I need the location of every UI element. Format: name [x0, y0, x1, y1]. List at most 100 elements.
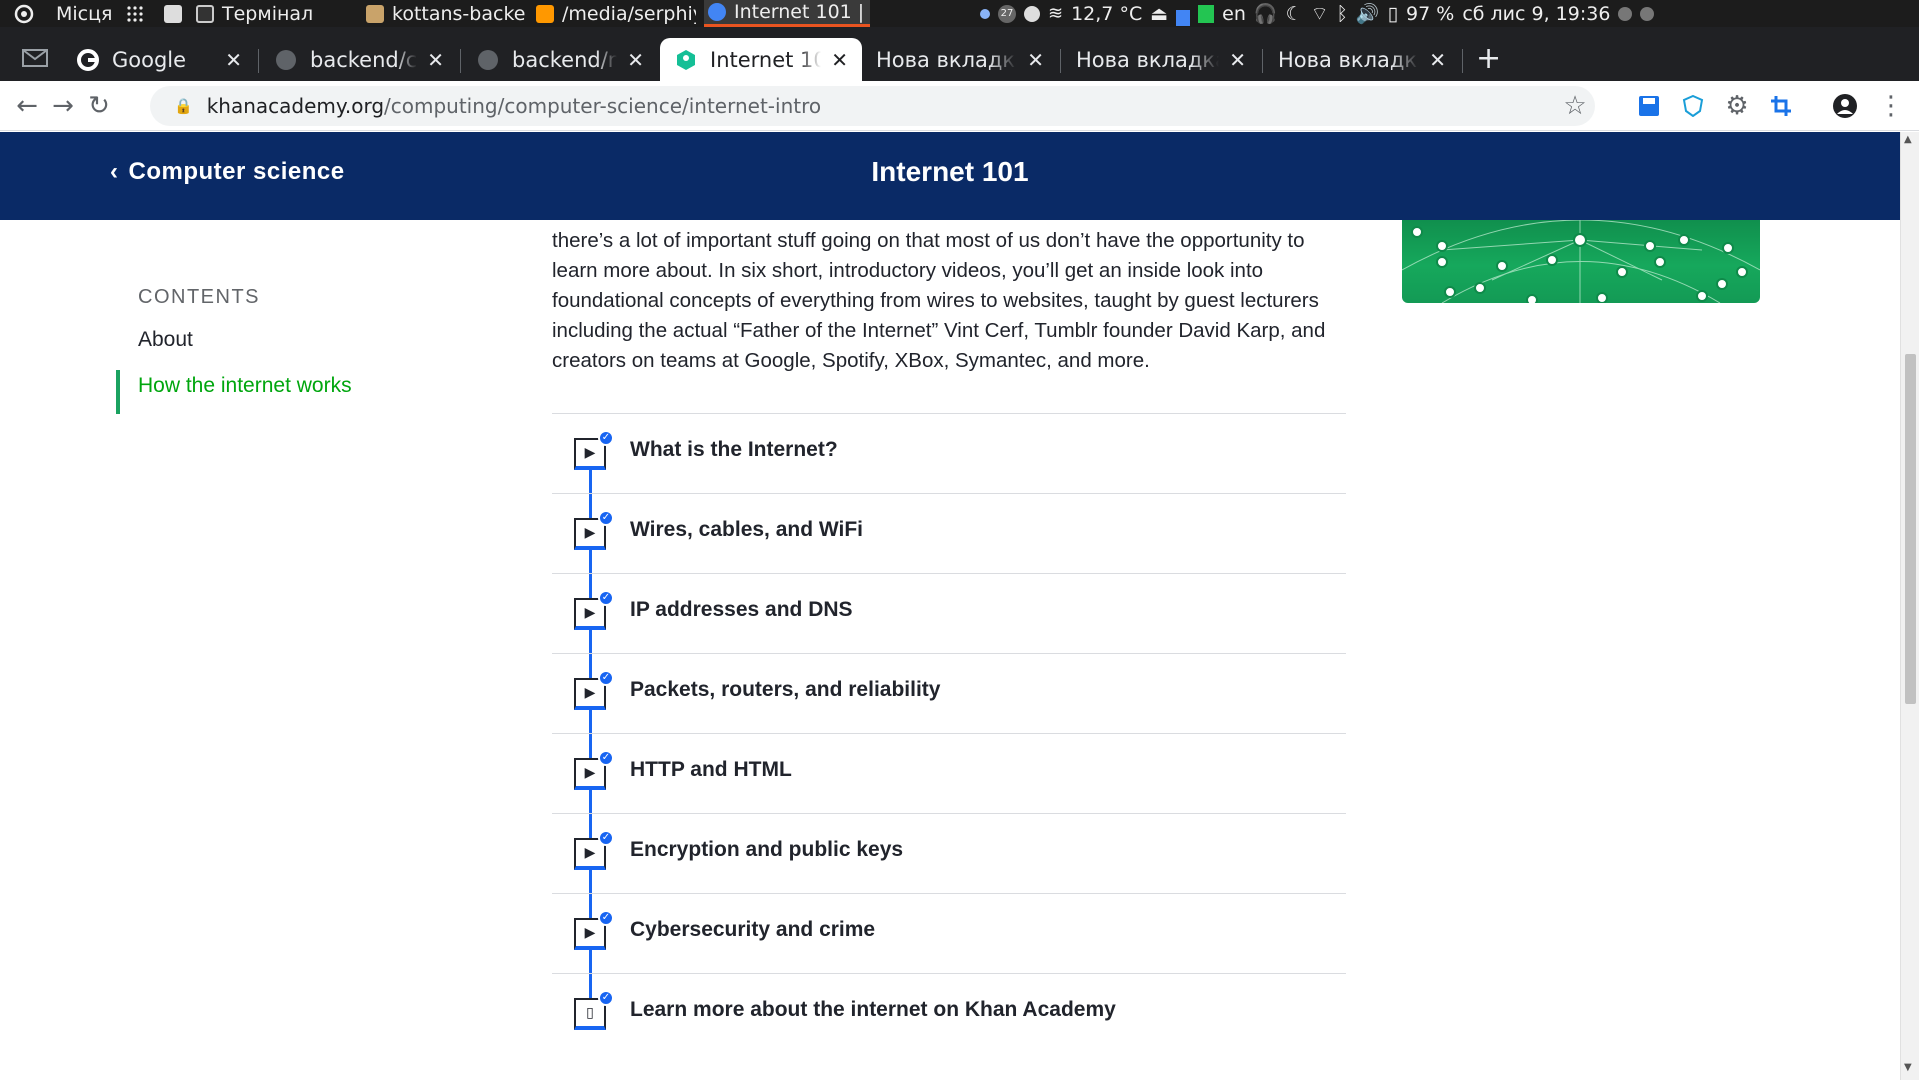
close-tab-icon[interactable]: ✕: [1027, 48, 1044, 72]
lesson-item[interactable]: ▶ ✓ Packets, routers, and reliability: [552, 654, 1346, 734]
new-tab-button[interactable]: +: [1476, 41, 1501, 76]
places-menu[interactable]: Місця: [56, 0, 112, 27]
course-hero-image: [1402, 220, 1760, 303]
lock-icon: 🔒: [174, 97, 193, 115]
lesson-item[interactable]: ▶ ✓ Cybersecurity and crime: [552, 894, 1346, 974]
weather-text: 12,7 °C: [1071, 2, 1143, 25]
page-scrollbar[interactable]: ▲ ▼: [1900, 132, 1919, 1080]
lesson-item[interactable]: ▶ ✓ HTTP and HTML: [552, 734, 1346, 814]
lesson-title[interactable]: IP addresses and DNS: [630, 598, 853, 622]
tab-strip: Google✕ backend/content✕ backend/network…: [0, 27, 1919, 81]
clock[interactable]: сб лис 9, 19:36: [1462, 3, 1610, 25]
cpu-graph-icon: [1176, 9, 1191, 26]
scroll-up-arrow-icon[interactable]: ▲: [1904, 134, 1912, 145]
os-top-panel: Місця Термінал kottans-backend /media/se…: [0, 0, 1919, 27]
completed-check-icon: ✓: [598, 510, 614, 526]
tab-github-network[interactable]: backend/network✕: [462, 38, 658, 81]
reload-icon[interactable]: ↻: [84, 91, 114, 121]
completed-check-icon: ✓: [598, 750, 614, 766]
completed-check-icon: ✓: [598, 910, 614, 926]
lesson-item[interactable]: ▶ ✓ IP addresses and DNS: [552, 574, 1346, 654]
headphones-icon: 🎧: [1253, 3, 1278, 25]
forward-arrow-icon[interactable]: →: [48, 91, 78, 121]
tab-internet-101[interactable]: Internet 101 | Comp✕: [660, 38, 862, 81]
main-content: CONTENTS About How the internet works th…: [0, 220, 1900, 1080]
github-icon: [274, 48, 298, 72]
address-bar[interactable]: 🔒 khanacademy.org/computing/computer-sci…: [150, 86, 1595, 126]
completed-check-icon: ✓: [598, 590, 614, 606]
course-header: ‹ Computer science Internet 101: [0, 132, 1900, 220]
back-arrow-icon[interactable]: ←: [12, 91, 42, 121]
tray-area[interactable]: 27 ≋ 12,7 °C ⏏ en 🎧 ☾ ⌔ ᛒ 🔊 ▯ 97 % сб ли…: [980, 0, 1655, 27]
sublime-icon: [536, 4, 554, 23]
tab-google[interactable]: Google ✕: [62, 38, 256, 81]
url-host: khanacademy.org: [206, 94, 385, 118]
lesson-item[interactable]: ▶ ✓ Encryption and public keys: [552, 814, 1346, 894]
page-title: Internet 101: [871, 156, 1029, 187]
lesson-item[interactable]: ▶ ✓ What is the Internet?: [552, 414, 1346, 494]
completed-check-icon: ✓: [598, 830, 614, 846]
close-tab-icon[interactable]: ✕: [427, 48, 444, 72]
close-tab-icon[interactable]: ✕: [1229, 48, 1246, 72]
lesson-title[interactable]: Encryption and public keys: [630, 838, 903, 862]
profile-icon[interactable]: [1830, 91, 1860, 121]
scroll-down-arrow-icon[interactable]: ▼: [1904, 1062, 1912, 1073]
save-extension-icon[interactable]: [1634, 91, 1664, 121]
scrollbar-thumb[interactable]: [1905, 354, 1916, 704]
toc-active-indicator: [116, 370, 120, 414]
lesson-item[interactable]: ▶ ✓ Wires, cables, and WiFi: [552, 494, 1346, 574]
lesson-list: ▶ ✓ What is the Internet? ▶ ✓ Wires, cab…: [552, 413, 1346, 1054]
text-editor-icon[interactable]: [164, 0, 182, 27]
close-tab-icon[interactable]: ✕: [1429, 48, 1446, 72]
lesson-title[interactable]: What is the Internet?: [630, 438, 838, 462]
tab-new-1[interactable]: Нова вкладка ✕: [862, 38, 1058, 81]
activities-icon[interactable]: [14, 0, 34, 27]
taskbar-app-files[interactable]: kottans-backend: [366, 0, 526, 27]
lesson-title[interactable]: Learn more about the internet on Khan Ac…: [630, 998, 1116, 1022]
settings-menu-icon[interactable]: [1640, 6, 1655, 21]
khan-academy-icon: [674, 48, 698, 72]
toc-item-about[interactable]: About: [138, 328, 193, 352]
tab-github-content[interactable]: backend/content✕: [260, 38, 458, 81]
close-tab-icon[interactable]: ✕: [627, 48, 644, 72]
files-icon: [366, 4, 384, 23]
night-mode-icon: ☾: [1285, 2, 1303, 25]
lesson-item[interactable]: ▯ ✓ Learn more about the internet on Kha…: [552, 974, 1346, 1054]
chrome-icon: [708, 3, 726, 21]
lesson-title[interactable]: HTTP and HTML: [630, 758, 792, 782]
browser-toolbar: ← → ↻ 🔒 khanacademy.org/computing/comput…: [0, 81, 1919, 131]
tab-new-3[interactable]: Нова вкладка ✕: [1264, 38, 1460, 81]
close-tab-icon[interactable]: ✕: [225, 48, 242, 72]
google-icon: [76, 48, 100, 72]
menu-kebab-icon[interactable]: ⋮: [1876, 91, 1906, 121]
gear-extension-icon[interactable]: ⚙: [1722, 91, 1752, 121]
shield-extension-icon[interactable]: [1678, 91, 1708, 121]
language-indicator[interactable]: en: [1222, 3, 1246, 25]
tab-new-2[interactable]: Нова вкладка ✕: [1062, 38, 1260, 81]
memory-graph-icon: [1198, 4, 1215, 23]
badge-count: 27: [998, 4, 1016, 23]
lesson-title[interactable]: Cybersecurity and crime: [630, 918, 875, 942]
lesson-title[interactable]: Wires, cables, and WiFi: [630, 518, 863, 542]
taskbar-app-chrome[interactable]: Internet 101 | Co...: [704, 0, 870, 27]
taskbar-app-terminal[interactable]: Термінал: [196, 0, 346, 27]
bluetooth-icon: ᛒ: [1336, 2, 1348, 25]
lesson-title[interactable]: Packets, routers, and reliability: [630, 678, 940, 702]
app-grid-icon[interactable]: [126, 0, 144, 27]
wifi-icon: ⌔: [1310, 2, 1329, 25]
terminal-icon: [196, 4, 214, 23]
fog-icon: ≋: [1048, 3, 1064, 24]
taskbar-app-sublime[interactable]: /media/serphiy/...: [536, 0, 696, 27]
crop-extension-icon[interactable]: [1766, 91, 1796, 121]
url-path: /computing/computer-science/internet-int…: [384, 94, 822, 118]
notification-icon: [980, 8, 990, 19]
bookmark-star-icon[interactable]: ☆: [1560, 91, 1590, 121]
battery-percent: 97 %: [1406, 2, 1455, 25]
volume-icon: 🔊: [1355, 3, 1380, 25]
mail-icon[interactable]: [22, 47, 48, 69]
completed-check-icon: ✓: [598, 670, 614, 686]
toc-item-how-the-internet-works[interactable]: How the internet works: [138, 374, 352, 398]
eject-icon: ⏏: [1150, 2, 1169, 25]
close-tab-icon[interactable]: ✕: [831, 48, 848, 72]
power-icon[interactable]: [1618, 6, 1633, 21]
